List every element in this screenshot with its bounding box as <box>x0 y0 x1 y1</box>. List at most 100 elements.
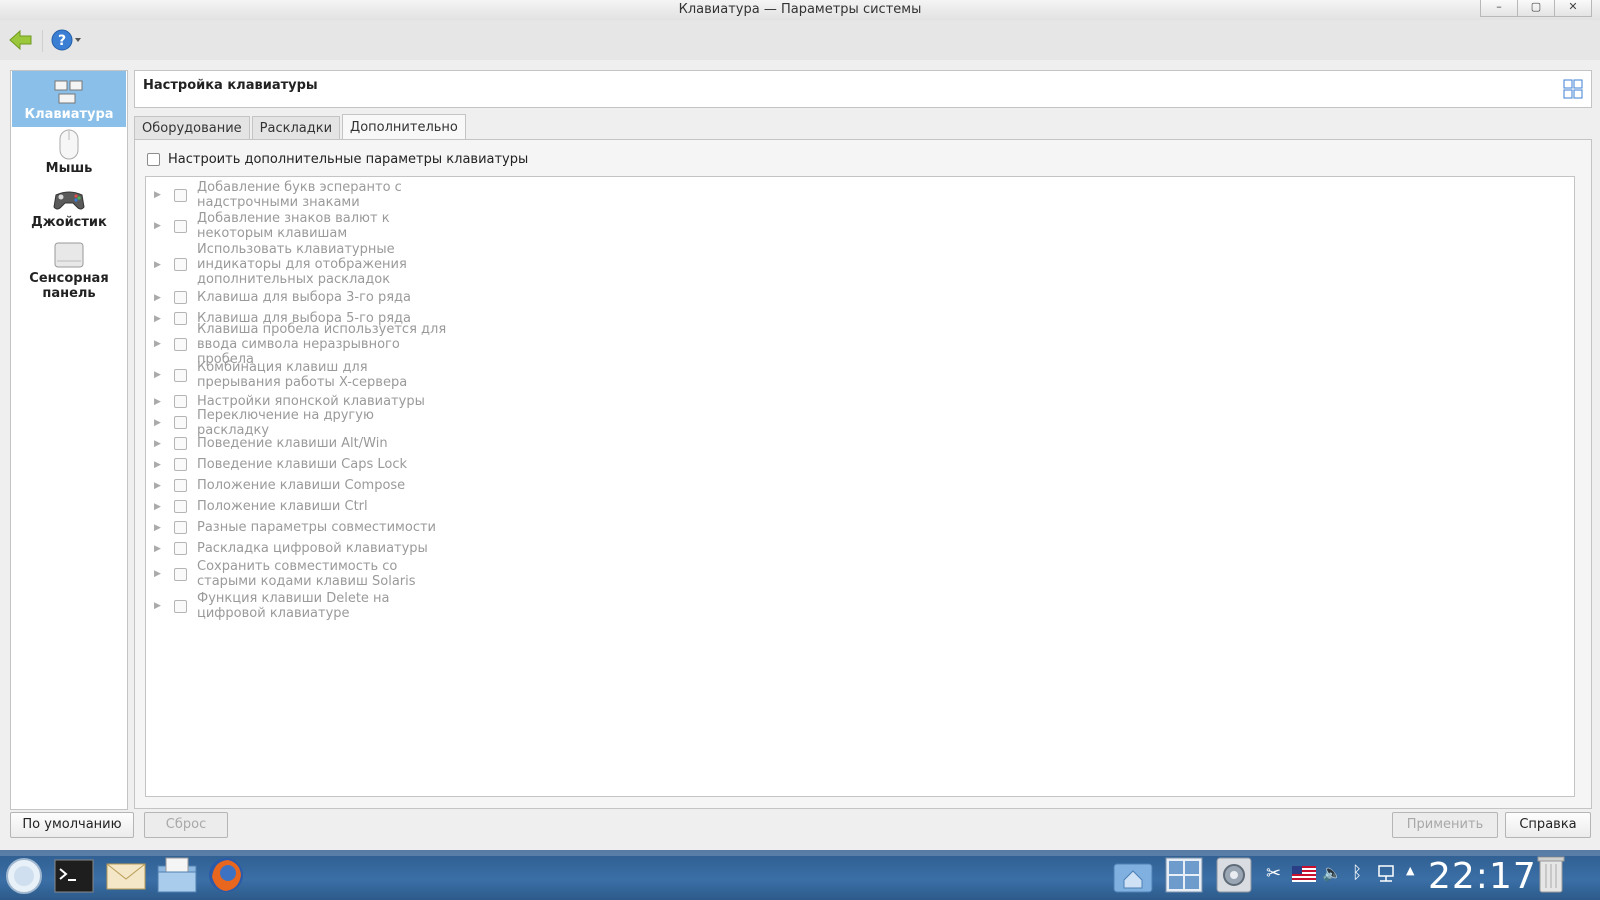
us-flag-icon[interactable] <box>1292 866 1316 882</box>
bluetooth-icon[interactable]: ᛒ <box>1352 863 1362 883</box>
tree-row[interactable]: ▶ Сохранить совместимость со старыми код… <box>146 559 447 589</box>
sidebar-item-joystick[interactable]: Джойстик <box>12 185 126 237</box>
option-checkbox[interactable] <box>174 521 187 534</box>
expand-arrow-icon[interactable]: ▶ <box>154 418 164 428</box>
option-checkbox[interactable] <box>174 458 187 471</box>
minimize-button[interactable]: – <box>1480 0 1518 17</box>
expand-arrow-icon[interactable]: ▶ <box>154 544 164 554</box>
dialog-buttons: По умолчанию Сброс Применить Справка <box>0 812 1600 840</box>
option-label: Положение клавиши Compose <box>197 478 406 493</box>
reset-button[interactable]: Сброс <box>144 812 228 838</box>
expand-arrow-icon[interactable]: ▶ <box>154 460 164 470</box>
expand-arrow-icon[interactable]: ▶ <box>154 569 164 579</box>
category-sidebar: Клавиатура Мышь Джойстик Сенсорная панел… <box>10 70 128 810</box>
network-icon[interactable] <box>1376 864 1396 884</box>
file-manager-icon[interactable] <box>156 856 198 894</box>
sidebar-item-mouse[interactable]: Мышь <box>12 129 126 181</box>
scissors-icon[interactable]: ✂ <box>1266 863 1281 884</box>
tree-row[interactable]: ▶ Использовать клавиатурные индикаторы д… <box>146 242 447 287</box>
option-checkbox[interactable] <box>174 437 187 450</box>
tray-expand-icon[interactable]: ▲ <box>1406 864 1414 877</box>
option-checkbox[interactable] <box>174 479 187 492</box>
expand-arrow-icon[interactable]: ▶ <box>154 523 164 533</box>
tab-hardware[interactable]: Оборудование <box>134 116 250 141</box>
tree-row[interactable]: ▶ Комбинация клавиш для прерывания работ… <box>146 360 447 390</box>
expand-arrow-icon[interactable]: ▶ <box>154 439 164 449</box>
tree-row[interactable]: ▶ Разные параметры совместимости <box>146 519 447 536</box>
tab-layouts[interactable]: Раскладки <box>251 116 341 141</box>
taskbar: ✂ 🔈 ᛒ ▲ 22:17 <box>0 850 1600 900</box>
option-checkbox[interactable] <box>174 188 187 202</box>
expand-arrow-icon[interactable]: ▶ <box>154 502 164 512</box>
expand-arrow-icon[interactable]: ▶ <box>154 314 164 324</box>
mail-icon[interactable] <box>106 861 146 891</box>
option-checkbox[interactable] <box>174 312 187 325</box>
layout-toggle-icon[interactable] <box>1563 79 1583 99</box>
start-menu-icon[interactable] <box>4 856 44 896</box>
option-checkbox[interactable] <box>174 395 187 408</box>
sidebar-item-touchpad[interactable]: Сенсорная панель <box>12 241 126 311</box>
tree-row[interactable]: ▶ Поведение клавиши Alt/Win <box>146 435 447 452</box>
tree-row[interactable]: ▶ Поведение клавиши Caps Lock <box>146 456 447 473</box>
option-label: Сохранить совместимость со старыми кодам… <box>197 559 416 589</box>
configure-advanced-checkbox[interactable]: Настроить дополнительные параметры клави… <box>147 152 528 167</box>
option-checkbox[interactable] <box>174 219 187 233</box>
page-title: Настройка клавиатуры <box>143 78 318 93</box>
window-switcher-icon[interactable] <box>1164 856 1204 894</box>
expand-arrow-icon[interactable]: ▶ <box>154 601 164 611</box>
volume-icon[interactable]: 🔈 <box>1322 863 1342 882</box>
option-checkbox[interactable] <box>174 258 187 271</box>
expand-arrow-icon[interactable]: ▶ <box>154 397 164 407</box>
terminal-icon[interactable] <box>54 859 94 893</box>
option-checkbox[interactable] <box>174 416 187 429</box>
option-checkbox[interactable] <box>174 500 187 513</box>
toolbar-separator <box>42 30 43 52</box>
option-checkbox[interactable] <box>174 337 187 351</box>
tree-row[interactable]: ▶ Переключение на другую раскладку <box>146 408 447 438</box>
option-checkbox[interactable] <box>174 599 187 613</box>
option-checkbox[interactable] <box>174 368 187 382</box>
system-settings-icon[interactable] <box>1214 855 1254 895</box>
expand-arrow-icon[interactable]: ▶ <box>154 190 164 200</box>
help-menu-button[interactable]: ? <box>50 28 84 52</box>
option-checkbox[interactable] <box>174 291 187 304</box>
expand-arrow-icon[interactable]: ▶ <box>154 221 164 231</box>
maximize-button[interactable]: ▢ <box>1517 0 1555 17</box>
defaults-button[interactable]: По умолчанию <box>10 812 134 838</box>
expand-arrow-icon[interactable]: ▶ <box>154 293 164 303</box>
tree-row[interactable]: ▶ Раскладка цифровой клавиатуры <box>146 540 447 557</box>
tree-row[interactable]: ▶ Клавиша пробела используется для ввода… <box>146 322 447 367</box>
firefox-icon[interactable] <box>206 855 246 895</box>
expand-arrow-icon[interactable]: ▶ <box>154 481 164 491</box>
tree-row[interactable]: ▶ Добавление букв эсперанто с надстрочны… <box>146 180 447 210</box>
expand-arrow-icon[interactable]: ▶ <box>154 260 164 270</box>
sidebar-item-label: Сенсорная панель <box>29 271 109 301</box>
option-checkbox[interactable] <box>174 567 187 581</box>
apply-button[interactable]: Применить <box>1392 812 1498 838</box>
option-label: Переключение на другую раскладку <box>197 407 374 438</box>
tree-row[interactable]: ▶ Положение клавиши Compose <box>146 477 447 494</box>
help-button[interactable]: Справка <box>1505 812 1591 838</box>
touchpad-icon <box>54 242 84 268</box>
joystick-icon <box>53 191 85 210</box>
back-button[interactable] <box>8 28 34 52</box>
tree-row[interactable]: ▶ Положение клавиши Ctrl <box>146 498 447 515</box>
expand-arrow-icon[interactable]: ▶ <box>154 370 164 380</box>
close-button[interactable]: ✕ <box>1554 0 1592 17</box>
home-folder-icon[interactable] <box>1112 856 1154 894</box>
tab-advanced[interactable]: Дополнительно <box>342 114 466 141</box>
option-label: Использовать клавиатурные индикаторы для… <box>197 242 407 287</box>
option-checkbox[interactable] <box>174 542 187 555</box>
option-label: Положение клавиши Ctrl <box>197 499 368 514</box>
tree-row[interactable]: ▶ Функция клавиши Delete на цифровой кла… <box>146 591 447 621</box>
clock[interactable]: 22:17 <box>1428 856 1537 897</box>
expand-arrow-icon[interactable]: ▶ <box>154 339 164 349</box>
sidebar-item-keyboard[interactable]: Клавиатура <box>12 71 126 127</box>
tree-row[interactable]: ▶ Добавление знаков валют к некоторым кл… <box>146 211 447 241</box>
tree-row[interactable]: ▶ Клавиша для выбора 3-го ряда <box>146 289 447 306</box>
checkbox[interactable] <box>147 153 160 166</box>
trash-icon[interactable] <box>1536 854 1566 894</box>
content-header: Настройка клавиатуры <box>134 70 1592 108</box>
back-arrow-icon <box>9 29 32 51</box>
sidebar-item-label: Клавиатура <box>24 107 114 122</box>
